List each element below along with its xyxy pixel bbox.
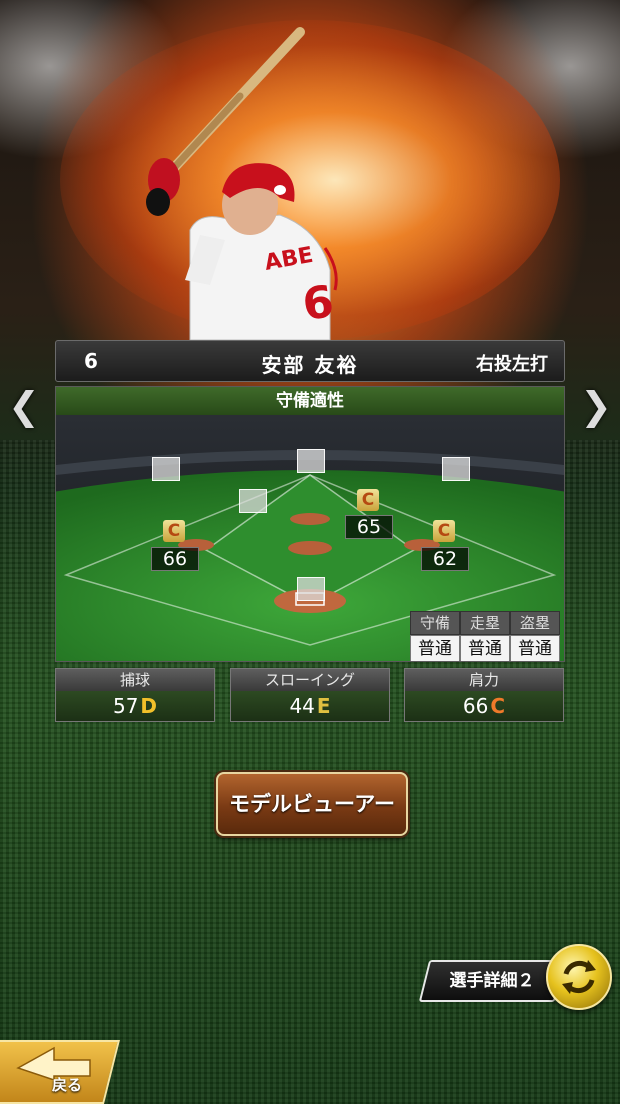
stat-label-steal: 盗塁 — [510, 611, 560, 635]
rank-badge-1b: C — [433, 520, 455, 542]
throw-bat-label: 右投左打 — [476, 354, 548, 375]
rank-badge-3b: C — [163, 520, 185, 542]
chevron-right-icon[interactable]: ❯ — [580, 384, 612, 428]
back-button[interactable]: 戻る — [0, 1040, 120, 1104]
aptitude-value-1b: 62 — [421, 547, 469, 571]
position-marker-lf[interactable] — [152, 457, 180, 481]
stat-value-baserunning: 普通 — [460, 635, 510, 661]
ability-throwing: スローイング 44 E — [230, 668, 390, 722]
panel-title: 守備適性 — [56, 387, 564, 416]
running-stats-table: 守備 走塁 盗塁 普通 普通 普通 — [410, 611, 562, 661]
ability-value: 44 — [289, 694, 315, 718]
ability-value: 57 — [112, 694, 139, 718]
position-marker-cf[interactable] — [297, 449, 325, 473]
ability-value-row: 66 C — [405, 691, 563, 721]
ability-catching: 捕球 57 D — [55, 668, 215, 722]
chevron-left-icon[interactable]: ❮ — [8, 384, 40, 428]
model-viewer-button[interactable]: モデルビューアー — [216, 772, 408, 836]
aptitude-value-2b: 65 — [345, 515, 393, 539]
refresh-swap-icon[interactable] — [546, 944, 612, 1010]
position-marker-rf[interactable] — [442, 457, 470, 481]
player-detail-2-label: 選手詳細２ — [449, 971, 535, 991]
ability-label: 捕球 — [56, 669, 214, 691]
stat-value-steal: 普通 — [510, 635, 560, 661]
ability-grade: E — [316, 694, 331, 718]
position-marker-ss[interactable] — [239, 489, 267, 513]
defense-aptitude-panel: 守備適性 C 66 C 65 C 62 守備 走塁 盗塁 普通 普通 普通 — [55, 386, 565, 662]
stat-label-defense: 守備 — [410, 611, 460, 635]
stat-value-defense: 普通 — [410, 635, 460, 661]
stat-label-baserunning: 走塁 — [460, 611, 510, 635]
svg-text:6: 6 — [299, 276, 336, 331]
ability-grade: C — [490, 694, 506, 718]
ability-label: スローイング — [231, 669, 389, 691]
aptitude-value-3b: 66 — [151, 547, 199, 571]
ability-value-row: 44 E — [231, 691, 389, 721]
rank-badge-2b: C — [357, 489, 379, 511]
player-header: 6 安部 友裕 右投左打 — [55, 340, 565, 382]
ability-grade: D — [140, 694, 158, 718]
ability-label: 肩力 — [405, 669, 563, 691]
player-detail-2-button[interactable]: 選手詳細２ — [418, 960, 566, 1002]
ability-value: 66 — [462, 694, 489, 718]
back-label: 戻る — [52, 1076, 83, 1094]
ability-value-row: 57 D — [56, 691, 214, 721]
position-marker-c[interactable] — [297, 577, 325, 601]
player-image: 6 ABE — [146, 27, 338, 340]
ability-arm-strength: 肩力 66 C — [404, 668, 564, 722]
